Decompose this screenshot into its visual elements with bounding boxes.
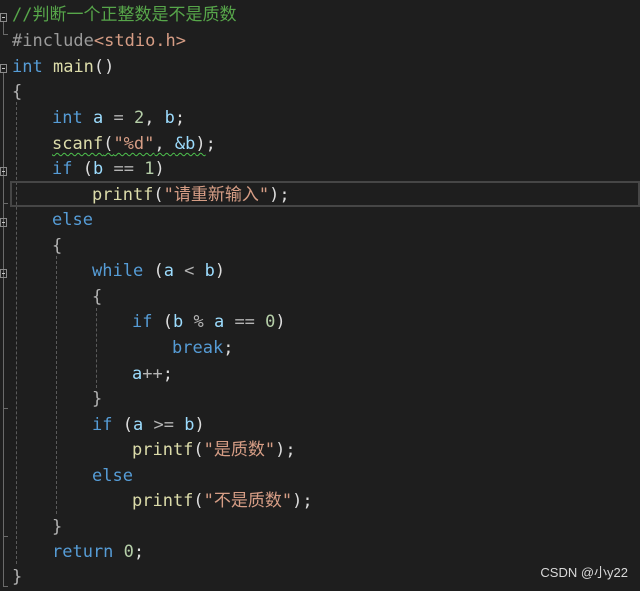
code-line-12[interactable]: {: [92, 285, 102, 311]
fold-guide: [3, 22, 4, 34]
code-line-8[interactable]: printf("请重新输入");: [92, 183, 290, 209]
fold-toggle-else[interactable]: [0, 218, 7, 227]
keyword-if: if: [52, 159, 73, 179]
function-main: main: [52, 57, 94, 77]
fold-guide-end: [3, 586, 8, 587]
function-printf: printf: [92, 185, 154, 205]
indent-guide: [56, 256, 57, 514]
code-line-13[interactable]: if (b % a == 0): [132, 310, 286, 336]
code-line-2[interactable]: #include<stdio.h>: [12, 29, 186, 55]
indent-guide: [16, 102, 17, 564]
code-line-4[interactable]: {: [12, 80, 22, 106]
function-printf: printf: [132, 440, 194, 460]
keyword-else: else: [52, 210, 93, 230]
fold-toggle-while[interactable]: [0, 269, 7, 278]
fold-guide-end: [3, 34, 8, 35]
fold-guide-end: [3, 536, 8, 537]
code-line-10[interactable]: {: [52, 234, 62, 260]
include-header: <stdio.h>: [93, 31, 187, 51]
code-line-21[interactable]: }: [52, 515, 62, 541]
code-line-20[interactable]: printf("不是质数");: [132, 489, 313, 515]
code-editor[interactable]: //判断一个正整数是不是质数 #include<stdio.h> int mai…: [0, 0, 640, 590]
code-line-19[interactable]: else: [92, 464, 133, 490]
indent-guide: [96, 308, 97, 388]
preprocessor-include: #include: [12, 31, 94, 51]
function-scanf: scanf: [52, 134, 104, 154]
keyword-if: if: [132, 312, 153, 332]
keyword-else: else: [92, 466, 133, 486]
code-line-23[interactable]: }: [12, 565, 22, 591]
outlining-margin: [0, 0, 10, 590]
fold-guide-end: [3, 203, 8, 204]
code-line-14[interactable]: break;: [172, 336, 233, 362]
code-line-5[interactable]: int a = 2, b;: [52, 106, 185, 132]
code-line-7[interactable]: if (b == 1): [52, 157, 165, 183]
keyword-int: int: [12, 57, 43, 77]
code-line-16[interactable]: }: [92, 387, 102, 413]
code-line-6[interactable]: scanf("%d", &b);: [52, 132, 216, 158]
fold-guide-end: [3, 408, 8, 409]
code-line-15[interactable]: a++;: [132, 362, 173, 388]
watermark: CSDN @小y22: [540, 565, 628, 580]
keyword-return: return: [52, 542, 114, 562]
keyword-int: int: [52, 108, 83, 128]
code-line-9[interactable]: else: [52, 208, 93, 234]
code-line-11[interactable]: while (a < b): [92, 259, 225, 285]
comment: //判断一个正整数是不是质数: [12, 5, 237, 25]
keyword-while: while: [92, 261, 144, 281]
code-line-17[interactable]: if (a >= b): [92, 413, 205, 439]
function-printf: printf: [132, 491, 194, 511]
code-line-18[interactable]: printf("是质数");: [132, 438, 296, 464]
warning-squiggle[interactable]: scanf("%d", &b): [52, 134, 206, 154]
fold-guide: [3, 73, 4, 587]
code-line-22[interactable]: return 0;: [52, 540, 144, 566]
fold-toggle-main[interactable]: [0, 64, 7, 73]
keyword-break: break: [172, 338, 224, 358]
code-line-1[interactable]: //判断一个正整数是不是质数: [12, 3, 236, 29]
code-line-3[interactable]: int main(): [12, 55, 114, 81]
keyword-if: if: [92, 415, 113, 435]
fold-toggle-if[interactable]: [0, 167, 7, 176]
fold-toggle-comment[interactable]: [0, 13, 7, 22]
